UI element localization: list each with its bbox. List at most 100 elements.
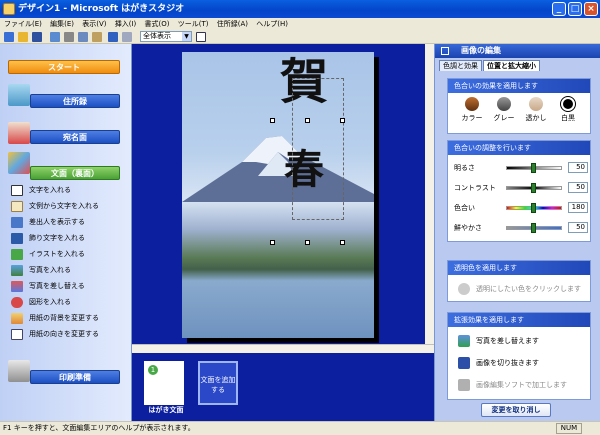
tab-color-effects[interactable]: 色調と効果 xyxy=(439,60,482,71)
saturation-slider[interactable] xyxy=(506,223,562,233)
slider-knob[interactable] xyxy=(531,183,536,193)
external-editor-icon xyxy=(458,379,470,391)
brightness-value[interactable]: 50 xyxy=(568,162,588,173)
edit-external-action[interactable]: 画像編集ソフトで加工します xyxy=(458,377,588,393)
saturation-row: 鮮やかさ 50 xyxy=(454,221,588,235)
task-label: 飾り文字を入れる xyxy=(29,234,85,242)
decorative-text-icon xyxy=(11,233,23,244)
page-thumbnail-1[interactable]: 1 はがき文面 xyxy=(144,361,184,414)
saturation-value[interactable]: 50 xyxy=(568,222,588,233)
menu-file[interactable]: ファイル(E) xyxy=(4,20,42,28)
start-button[interactable]: スタート xyxy=(8,60,120,74)
color-adjust-section: 色合いの調整を行います 明るさ 50 コントラスト 50 色合い 180 鮮やかさ 50 xyxy=(447,140,591,242)
contrast-value[interactable]: 50 xyxy=(568,182,588,193)
redo-icon[interactable] xyxy=(122,32,132,42)
horizontal-scrollbar[interactable] xyxy=(132,344,434,353)
effect-label: 透かし xyxy=(525,114,547,122)
effect-label: カラー xyxy=(461,114,483,122)
extended-effects-section: 拡張効果を適用します 写真を差し替えます 画像を切り抜きます 画像編集ソフトで加… xyxy=(447,312,591,400)
slider-knob[interactable] xyxy=(531,163,536,173)
minimize-button[interactable]: _ xyxy=(552,2,566,16)
photo-icon xyxy=(11,265,23,276)
chevron-down-icon[interactable]: ▼ xyxy=(182,32,191,41)
panel-title: 画像の編集 xyxy=(435,44,600,58)
addressee-side-button[interactable]: 宛名面 xyxy=(30,130,120,144)
contrast-slider[interactable] xyxy=(506,183,562,193)
menu-address-book[interactable]: 住所録(A) xyxy=(217,20,248,28)
slider-knob[interactable] xyxy=(531,223,536,233)
dog-gray-icon xyxy=(497,97,511,111)
open-folder-icon[interactable] xyxy=(18,32,28,42)
section-header: 色合いの調整を行います xyxy=(448,141,590,155)
task-change-orientation[interactable]: 用紙の向きを変更する xyxy=(11,327,129,341)
effect-color[interactable]: カラー xyxy=(458,97,486,123)
replace-photo-action[interactable]: 写真を差し替えます xyxy=(458,333,588,349)
undo-icon[interactable] xyxy=(108,32,118,42)
shape-icon xyxy=(11,297,23,308)
save-icon[interactable] xyxy=(32,32,42,42)
copy-icon[interactable] xyxy=(78,32,88,42)
transparent-color-hint[interactable]: 透明にしたい色をクリックします xyxy=(458,281,588,297)
window-title: デザイン1 - Microsoft はがきスタジオ xyxy=(18,4,185,14)
print-prep-button[interactable]: 印刷準備 xyxy=(30,370,120,384)
image-icon xyxy=(441,47,449,55)
paste-icon[interactable] xyxy=(92,32,102,42)
crop-image-action[interactable]: 画像を切り抜きます xyxy=(458,355,588,371)
selection-box[interactable] xyxy=(292,78,344,220)
brightness-slider[interactable] xyxy=(506,163,562,173)
status-text: F1 キーを押すと、文面編集エリアのヘルプが表示されます。 xyxy=(3,424,195,432)
menu-help[interactable]: ヘルプ(H) xyxy=(256,20,288,28)
maximize-button[interactable]: □ xyxy=(568,2,582,16)
postcard-canvas[interactable]: 賀 春 xyxy=(182,52,374,338)
hue-slider[interactable] xyxy=(506,203,562,213)
resize-handle[interactable] xyxy=(305,118,310,123)
task-insert-text[interactable]: 文字を入れる xyxy=(11,183,129,197)
effect-gray[interactable]: グレー xyxy=(490,97,518,123)
cut-icon[interactable] xyxy=(64,32,74,42)
task-insert-illustration[interactable]: イラストを入れる xyxy=(11,247,129,261)
resize-handle[interactable] xyxy=(305,240,310,245)
zoom-select[interactable]: 全体表示 ▼ xyxy=(140,31,192,42)
brightness-row: 明るさ 50 xyxy=(454,161,588,175)
add-page-button[interactable]: 文面を追加する xyxy=(198,361,238,405)
resize-handle[interactable] xyxy=(270,118,275,123)
tab-position-scale[interactable]: 位置と拡大縮小 xyxy=(483,60,540,71)
undo-changes-button[interactable]: 変更を取り消し xyxy=(481,403,551,417)
text-icon xyxy=(11,185,23,196)
menu-tools[interactable]: ツール(T) xyxy=(178,20,209,28)
resize-handle[interactable] xyxy=(340,240,345,245)
task-insert-photo[interactable]: 写真を入れる xyxy=(11,263,129,277)
illustration-icon xyxy=(11,249,23,260)
menu-view[interactable]: 表示(V) xyxy=(82,20,106,28)
task-show-sender[interactable]: 差出人を表示する xyxy=(11,215,129,229)
print-icon[interactable] xyxy=(50,32,60,42)
text-side-button[interactable]: 文面（裏面） xyxy=(30,166,120,180)
sender-icon xyxy=(11,217,23,228)
effect-label: グレー xyxy=(493,114,515,122)
resize-handle[interactable] xyxy=(340,118,345,123)
effect-black-white[interactable]: 白黒 xyxy=(554,96,582,123)
menu-edit[interactable]: 編集(E) xyxy=(50,20,74,28)
task-label: 図形を入れる xyxy=(29,298,71,306)
page-icon[interactable] xyxy=(196,32,206,42)
task-insert-decorative-text[interactable]: 飾り文字を入れる xyxy=(11,231,129,245)
address-book-button[interactable]: 住所録 xyxy=(30,94,120,108)
task-insert-shape[interactable]: 図形を入れる xyxy=(11,295,129,309)
effect-washout[interactable]: 透かし xyxy=(522,97,550,123)
close-button[interactable]: × xyxy=(584,2,598,16)
new-icon[interactable] xyxy=(4,32,14,42)
mountain-photo xyxy=(182,136,374,202)
resize-handle[interactable] xyxy=(270,240,275,245)
menu-format[interactable]: 書式(O) xyxy=(145,20,170,28)
hue-value[interactable]: 180 xyxy=(568,202,588,213)
address-book-icon xyxy=(8,84,30,106)
task-change-background[interactable]: 用紙の背景を変更する xyxy=(11,311,129,325)
hint-text: 透明にしたい色をクリックします xyxy=(476,285,581,293)
task-replace-photo[interactable]: 写真を差し替える xyxy=(11,279,129,293)
replace-photo-icon xyxy=(458,335,470,347)
vertical-scrollbar[interactable] xyxy=(425,44,434,344)
task-insert-sample-text[interactable]: 文例から文字を入れる xyxy=(11,199,129,213)
slider-knob[interactable] xyxy=(531,203,536,213)
menu-insert[interactable]: 挿入(I) xyxy=(115,20,137,28)
action-label: 画像を切り抜きます xyxy=(476,359,539,367)
